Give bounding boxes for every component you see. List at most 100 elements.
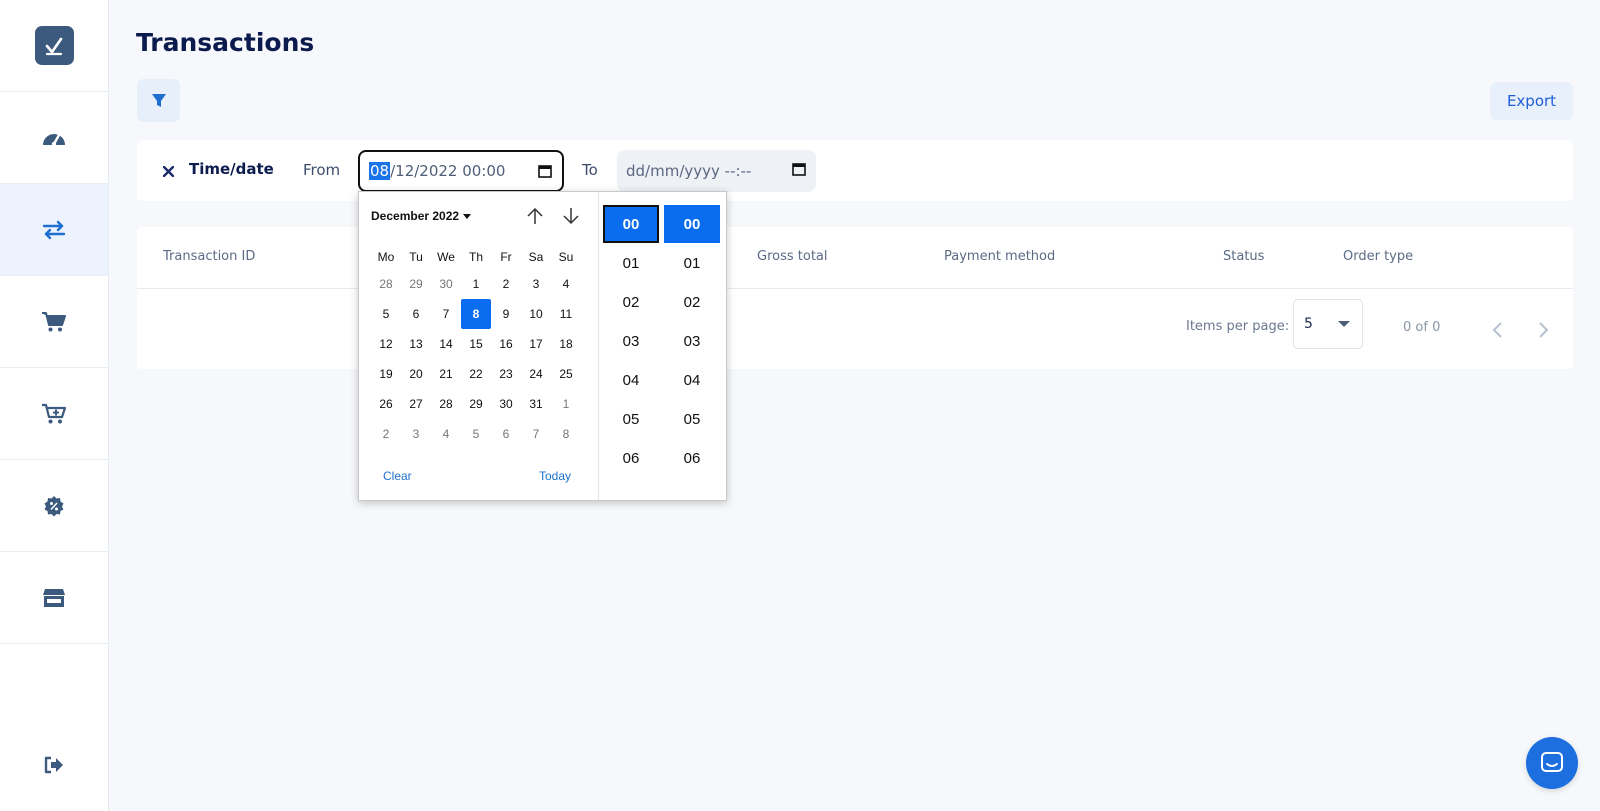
calendar-day[interactable]: 14 [431, 329, 461, 359]
hour-option[interactable]: 04 [603, 361, 659, 399]
calendar-day[interactable]: 15 [461, 329, 491, 359]
filter-funnel-icon [151, 93, 166, 107]
calendar-day[interactable]: 9 [491, 299, 521, 329]
calendar-day[interactable]: 31 [521, 389, 551, 419]
calendar-day[interactable]: 28 [431, 389, 461, 419]
calendar-day[interactable]: 6 [491, 419, 521, 449]
column-header-payment-method[interactable]: Payment method [944, 249, 1055, 264]
calendar-day[interactable]: 7 [431, 299, 461, 329]
next-page-icon[interactable] [1533, 319, 1553, 341]
to-date-placeholder: dd/mm/yyyy --:-- [626, 162, 752, 180]
hour-option[interactable]: 06 [603, 439, 659, 477]
from-date-day-segment[interactable]: 08 [369, 162, 391, 180]
hour-option[interactable]: 01 [603, 244, 659, 282]
calendar-day[interactable]: 8 [461, 299, 491, 329]
minute-option[interactable]: 01 [664, 244, 720, 282]
hour-option[interactable]: 02 [603, 283, 659, 321]
calendar-day[interactable]: 29 [401, 269, 431, 299]
to-label: To [582, 161, 598, 179]
calendar-day[interactable]: 13 [401, 329, 431, 359]
calendar-day[interactable]: 25 [551, 359, 581, 389]
calendar-day[interactable]: 2 [491, 269, 521, 299]
calendar-day[interactable]: 19 [371, 359, 401, 389]
column-header-transaction-id[interactable]: Transaction ID [163, 249, 255, 264]
calendar-day[interactable]: 18 [551, 329, 581, 359]
calendar-day[interactable]: 1 [551, 389, 581, 419]
minute-option[interactable]: 06 [664, 439, 720, 477]
filter-button[interactable] [137, 79, 180, 122]
month-year-select[interactable]: December 2022 [371, 209, 472, 223]
weekday-label: We [437, 250, 455, 264]
from-date-input[interactable]: 08/12/2022 00:00 [358, 150, 564, 192]
minute-option[interactable]: 00 [664, 205, 720, 243]
calendar-day[interactable]: 5 [371, 299, 401, 329]
calendar-day[interactable]: 27 [401, 389, 431, 419]
calendar-day[interactable]: 28 [371, 269, 401, 299]
sidebar-item-dashboard[interactable] [0, 92, 108, 184]
calendar-day[interactable]: 4 [551, 269, 581, 299]
calendar-day[interactable]: 26 [371, 389, 401, 419]
to-date-input[interactable]: dd/mm/yyyy --:-- [617, 150, 816, 192]
hour-option[interactable]: 00 [603, 205, 659, 243]
discount-badge-icon [44, 495, 64, 516]
month-year-label: December 2022 [371, 209, 460, 223]
export-button[interactable]: Export [1490, 82, 1573, 120]
calendar-day[interactable]: 21 [431, 359, 461, 389]
calendar-day[interactable]: 22 [461, 359, 491, 389]
weekday-label: Su [558, 250, 574, 264]
sidebar-item-orders[interactable] [0, 276, 108, 368]
arrow-down-icon[interactable] [561, 206, 581, 226]
swap-arrows-icon [42, 220, 66, 239]
calendar-icon[interactable] [792, 162, 806, 176]
sidebar-item-discounts[interactable] [0, 460, 108, 552]
weekday-label: Sa [528, 250, 544, 264]
calendar-day[interactable]: 24 [521, 359, 551, 389]
calendar-day[interactable]: 1 [461, 269, 491, 299]
calendar-day[interactable]: 30 [431, 269, 461, 299]
arrow-up-icon[interactable] [525, 206, 545, 226]
calendar-icon[interactable] [538, 164, 552, 178]
sidebar-item-new-order[interactable] [0, 368, 108, 460]
minute-option[interactable]: 03 [664, 322, 720, 360]
chat-icon [1541, 752, 1563, 772]
remove-filter-button[interactable] [158, 160, 178, 182]
calendar-day[interactable]: 3 [401, 419, 431, 449]
calendar-day[interactable]: 2 [371, 419, 401, 449]
logout-button[interactable] [0, 740, 108, 790]
hour-option[interactable]: 03 [603, 322, 659, 360]
calendar-day[interactable]: 23 [491, 359, 521, 389]
calendar-day[interactable]: 12 [371, 329, 401, 359]
calendar-day[interactable]: 16 [491, 329, 521, 359]
items-per-page-select[interactable]: 5 [1293, 299, 1363, 349]
weekday-label: Fr [500, 250, 512, 264]
chat-launcher-button[interactable] [1526, 737, 1578, 789]
calendar-day[interactable]: 11 [551, 299, 581, 329]
clear-button[interactable]: Clear [383, 469, 412, 483]
calendar-day[interactable]: 5 [461, 419, 491, 449]
minute-option[interactable]: 04 [664, 361, 720, 399]
app-logo[interactable] [34, 26, 74, 65]
calendar-day[interactable]: 8 [551, 419, 581, 449]
sidebar-item-transactions[interactable] [0, 184, 108, 276]
sidebar [0, 0, 109, 811]
cart-plus-icon [42, 403, 67, 423]
today-button[interactable]: Today [539, 469, 571, 483]
hour-option[interactable]: 05 [603, 400, 659, 438]
sidebar-item-store[interactable] [0, 552, 108, 644]
calendar-day[interactable]: 4 [431, 419, 461, 449]
calendar-day[interactable]: 20 [401, 359, 431, 389]
calendar-day[interactable]: 17 [521, 329, 551, 359]
minute-option[interactable]: 05 [664, 400, 720, 438]
minute-option[interactable]: 02 [664, 283, 720, 321]
column-header-order-type[interactable]: Order type [1343, 249, 1413, 264]
previous-page-icon[interactable] [1488, 319, 1508, 341]
calendar-day[interactable]: 3 [521, 269, 551, 299]
caret-down-icon [463, 214, 472, 220]
column-header-gross-total[interactable]: Gross total [757, 249, 828, 264]
calendar-day[interactable]: 29 [461, 389, 491, 419]
calendar-day[interactable]: 30 [491, 389, 521, 419]
calendar-day[interactable]: 10 [521, 299, 551, 329]
calendar-day[interactable]: 7 [521, 419, 551, 449]
column-header-status[interactable]: Status [1223, 249, 1264, 264]
calendar-day[interactable]: 6 [401, 299, 431, 329]
